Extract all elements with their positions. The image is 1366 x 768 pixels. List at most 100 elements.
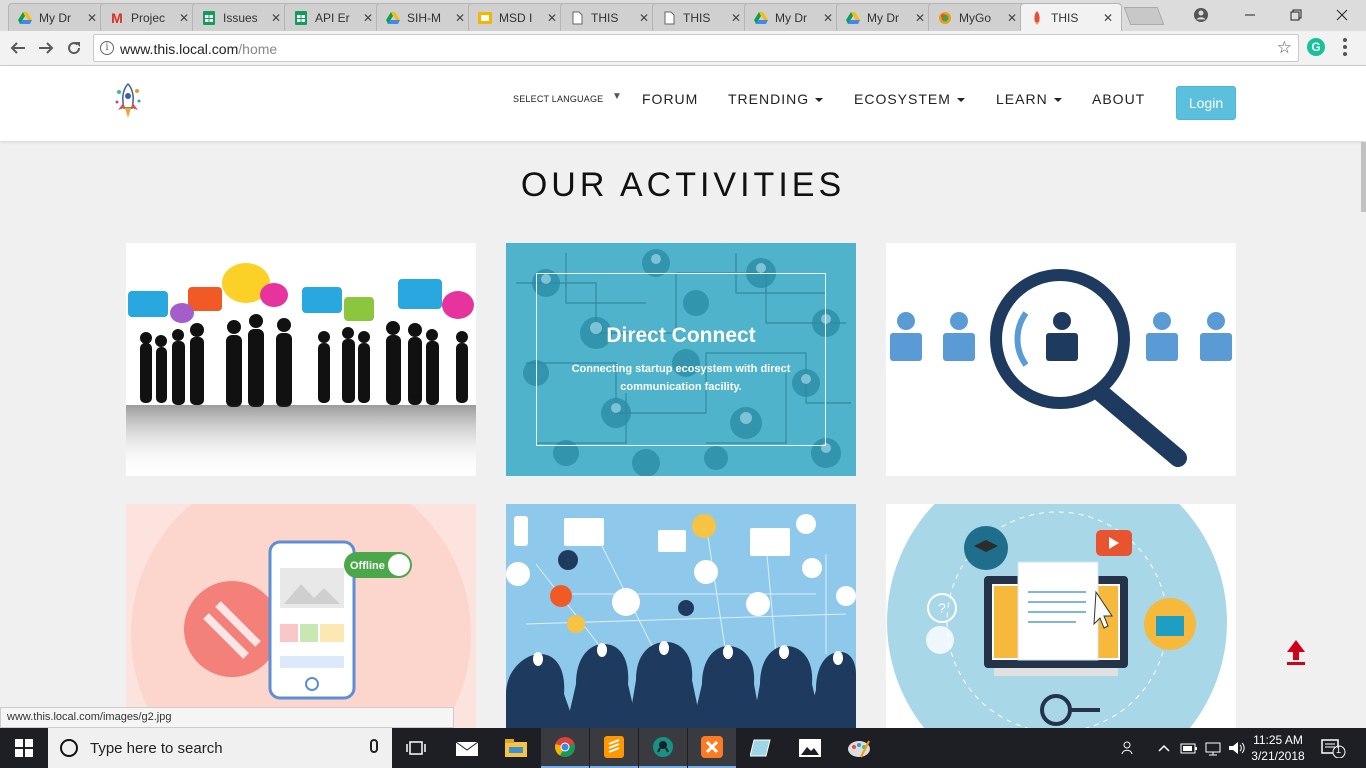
google-drive-icon bbox=[17, 10, 33, 26]
close-tab-icon[interactable]: ✕ bbox=[1103, 11, 1113, 25]
nav-forum[interactable]: FORUM bbox=[642, 91, 698, 107]
activity-card-direct-connect[interactable]: Direct Connect Connecting startup ecosys… bbox=[506, 243, 856, 476]
close-tab-icon[interactable]: ✕ bbox=[731, 11, 741, 25]
browser-tab[interactable]: THIS ✕ bbox=[560, 3, 658, 31]
card-caption-box: Direct Connect Connecting startup ecosys… bbox=[536, 273, 826, 446]
activity-card-discussion[interactable] bbox=[126, 243, 476, 476]
gmail-icon: M bbox=[111, 9, 123, 26]
tab-label: THIS bbox=[683, 10, 711, 25]
close-tab-icon[interactable]: ✕ bbox=[915, 11, 925, 25]
browser-tab[interactable]: SIH-M ✕ bbox=[376, 3, 474, 31]
forward-arrow-icon[interactable] bbox=[34, 36, 58, 60]
chrome-icon[interactable] bbox=[541, 728, 589, 768]
magnifier-search-people-image bbox=[890, 269, 1232, 467]
tab-label: MyGo bbox=[959, 10, 992, 25]
grammarly-extension-icon[interactable]: G bbox=[1307, 38, 1325, 56]
close-window-icon[interactable] bbox=[1319, 0, 1365, 30]
microphone-icon[interactable] bbox=[370, 739, 378, 753]
caret-down-icon bbox=[956, 98, 965, 103]
address-bar[interactable]: i www.this.local.com/home ☆ bbox=[93, 34, 1299, 62]
clock-time: 11:25 AM bbox=[1253, 733, 1303, 747]
notes-app-icon[interactable] bbox=[737, 728, 785, 768]
paint-icon[interactable] bbox=[835, 728, 883, 768]
browser-tab[interactable]: My Dr ✕ bbox=[8, 3, 106, 31]
back-arrow-icon[interactable] bbox=[6, 36, 30, 60]
browser-tab[interactable]: My Dr ✕ bbox=[744, 3, 842, 31]
select-language-dropdown[interactable]: SELECT LANGUAGE bbox=[513, 94, 603, 104]
close-tab-icon[interactable]: ✕ bbox=[271, 11, 281, 25]
gitkraken-icon[interactable] bbox=[639, 728, 687, 768]
activity-card-search[interactable] bbox=[886, 243, 1236, 476]
close-tab-icon[interactable]: ✕ bbox=[547, 11, 557, 25]
offline-mobile-image: Offline bbox=[131, 504, 471, 728]
notification-count: 1 bbox=[1336, 745, 1342, 755]
bookmark-star-icon[interactable]: ☆ bbox=[1277, 38, 1292, 58]
url-host: www.this.local.com bbox=[120, 41, 239, 57]
browser-tab[interactable]: M Projec ✕ bbox=[100, 3, 198, 31]
chevron-down-icon[interactable]: ▼ bbox=[612, 91, 622, 102]
tab-label: My Dr bbox=[867, 10, 899, 25]
xampp-icon[interactable] bbox=[688, 728, 736, 768]
site-info-icon[interactable]: i bbox=[100, 41, 114, 55]
browser-tab[interactable]: API Er ✕ bbox=[284, 3, 382, 31]
activity-card-learning[interactable]: ? bbox=[886, 504, 1236, 728]
caret-down-icon bbox=[1053, 98, 1062, 103]
task-view-icon[interactable] bbox=[392, 728, 440, 768]
close-tab-icon[interactable]: ✕ bbox=[87, 11, 97, 25]
tab-label: My Dr bbox=[775, 10, 807, 25]
scroll-to-top-icon[interactable] bbox=[1285, 638, 1307, 666]
action-center-icon[interactable]: 1 bbox=[1320, 738, 1346, 759]
url-path: /home bbox=[238, 41, 278, 57]
tab-label: API Er bbox=[315, 10, 350, 25]
close-tab-icon[interactable]: ✕ bbox=[179, 11, 189, 25]
card-description: Connecting startup ecosystem with direct… bbox=[571, 362, 791, 393]
google-sheets-icon bbox=[293, 10, 309, 26]
browser-menu-icon[interactable] bbox=[1340, 36, 1350, 58]
restore-window-icon[interactable] bbox=[1273, 0, 1319, 30]
browser-tab[interactable]: MyGo ✕ bbox=[928, 3, 1026, 31]
chevron-up-icon[interactable] bbox=[1158, 740, 1170, 759]
volume-icon[interactable] bbox=[1228, 740, 1246, 759]
page-scrollbar[interactable] bbox=[1361, 142, 1366, 212]
browser-tab[interactable]: THIS ✕ bbox=[652, 3, 750, 31]
photos-icon[interactable] bbox=[786, 728, 834, 768]
file-explorer-icon[interactable] bbox=[492, 728, 540, 768]
taskbar-search-input[interactable]: Type here to search bbox=[48, 728, 392, 768]
activity-card-offline[interactable]: Offline bbox=[126, 504, 476, 728]
nav-ecosystem[interactable]: ECOSYSTEM bbox=[854, 91, 965, 107]
people-icon[interactable] bbox=[1121, 740, 1137, 759]
browser-tab[interactable]: Issues ✕ bbox=[192, 3, 290, 31]
network-icon[interactable] bbox=[1204, 740, 1222, 759]
browser-toolbar: i www.this.local.com/home ☆ bbox=[0, 31, 1366, 66]
minimize-window-icon[interactable] bbox=[1227, 0, 1273, 30]
battery-icon[interactable] bbox=[1180, 740, 1198, 759]
login-button[interactable]: Login bbox=[1176, 86, 1236, 120]
close-tab-icon[interactable]: ✕ bbox=[823, 11, 833, 25]
tab-label: Issues bbox=[223, 10, 258, 25]
url-text[interactable]: www.this.local.com/home bbox=[120, 41, 277, 57]
section-heading: OUR ACTIVITIES bbox=[520, 166, 846, 204]
activity-card-ideas[interactable] bbox=[506, 504, 856, 728]
nav-learn[interactable]: LEARN bbox=[996, 91, 1062, 107]
nav-about[interactable]: ABOUT bbox=[1092, 91, 1145, 107]
browser-tab[interactable]: My Dr ✕ bbox=[836, 3, 934, 31]
mail-icon[interactable] bbox=[443, 728, 491, 768]
nav-about-label: ABOUT bbox=[1092, 91, 1146, 107]
windows-start-icon[interactable] bbox=[0, 728, 48, 768]
nav-trending[interactable]: TRENDING bbox=[728, 91, 824, 107]
clock-date: 3/21/2018 bbox=[1251, 749, 1305, 763]
browser-tab-active[interactable]: THIS ✕ bbox=[1020, 3, 1122, 31]
close-tab-icon[interactable]: ✕ bbox=[1007, 11, 1017, 25]
reload-icon[interactable] bbox=[62, 36, 86, 60]
taskbar-clock[interactable]: 11:25 AM 3/21/2018 bbox=[1247, 732, 1309, 764]
close-tab-icon[interactable]: ✕ bbox=[455, 11, 465, 25]
close-tab-icon[interactable]: ✕ bbox=[363, 11, 373, 25]
people-talking-image bbox=[126, 263, 476, 476]
close-tab-icon[interactable]: ✕ bbox=[639, 11, 649, 25]
browser-tab[interactable]: MSD I ✕ bbox=[468, 3, 566, 31]
nav-ecosystem-label: ECOSYSTEM bbox=[854, 91, 951, 107]
sublime-text-icon[interactable] bbox=[590, 728, 638, 768]
new-tab-button[interactable] bbox=[1123, 7, 1165, 25]
profile-icon[interactable] bbox=[1178, 0, 1224, 30]
site-logo[interactable] bbox=[113, 82, 143, 120]
